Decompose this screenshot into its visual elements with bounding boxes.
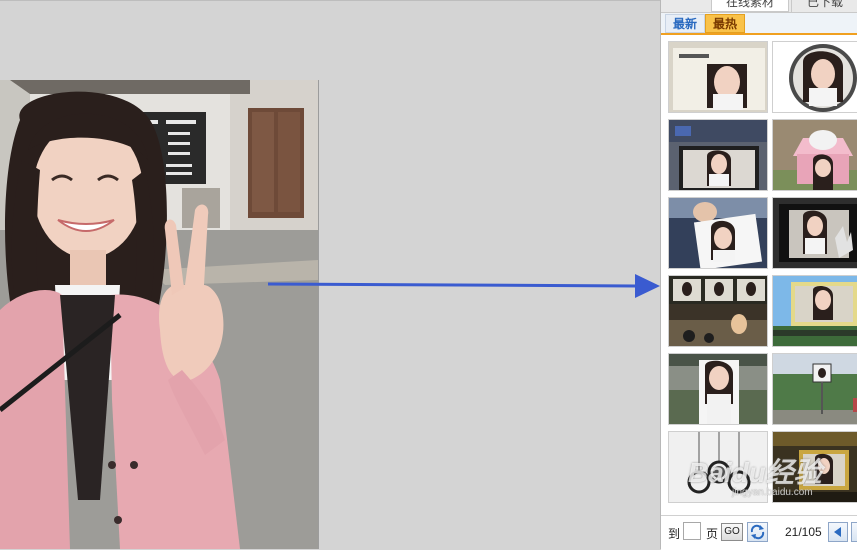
- thumb-film-strip[interactable]: [668, 275, 768, 347]
- goto-label: 到: [668, 527, 681, 541]
- next-page-button[interactable]: [851, 522, 857, 542]
- tab-latest[interactable]: 最新: [665, 14, 705, 33]
- thumb-round-vignette[interactable]: [772, 41, 857, 113]
- thumbnail-grid: [662, 35, 857, 515]
- arrow-indicator: [267, 274, 660, 298]
- thumb-street-poster[interactable]: [668, 353, 768, 425]
- page-number-input[interactable]: [683, 522, 701, 540]
- page-counter: 21/105: [785, 525, 822, 539]
- thumb-gift-box[interactable]: [772, 119, 857, 191]
- thumb-photo-in-hand[interactable]: [668, 197, 768, 269]
- top-tab-bar: 在线素材 已下载: [661, 0, 857, 13]
- triangle-left-icon: [834, 527, 841, 537]
- sub-tab-bar: 最新 最热: [661, 13, 857, 35]
- refresh-button[interactable]: [747, 522, 768, 542]
- thumb-billboard-landscape[interactable]: [772, 275, 857, 347]
- thumb-framed-portrait[interactable]: [772, 431, 857, 503]
- go-button[interactable]: GO: [721, 523, 743, 541]
- refresh-icon: [750, 524, 765, 540]
- tab-hottest[interactable]: 最热: [705, 14, 745, 33]
- prev-page-button[interactable]: [828, 522, 848, 542]
- material-panel: 在线素材 已下载 最新 最热 到 页 GO 21/105: [660, 0, 857, 550]
- thumb-monitor-hand[interactable]: [772, 197, 857, 269]
- thumb-park-sign[interactable]: [772, 353, 857, 425]
- tab-downloaded[interactable]: 已下载: [791, 0, 857, 12]
- pagination-bar: 到 页 GO 21/105: [661, 515, 857, 550]
- thumb-newspaper-frame[interactable]: [668, 41, 768, 113]
- tab-online-materials[interactable]: 在线素材: [711, 0, 789, 12]
- thumb-tv-screen[interactable]: [668, 119, 768, 191]
- thumb-hanging-frames[interactable]: [668, 431, 768, 503]
- page-label: 页: [706, 527, 719, 541]
- preview-canvas: [0, 0, 660, 549]
